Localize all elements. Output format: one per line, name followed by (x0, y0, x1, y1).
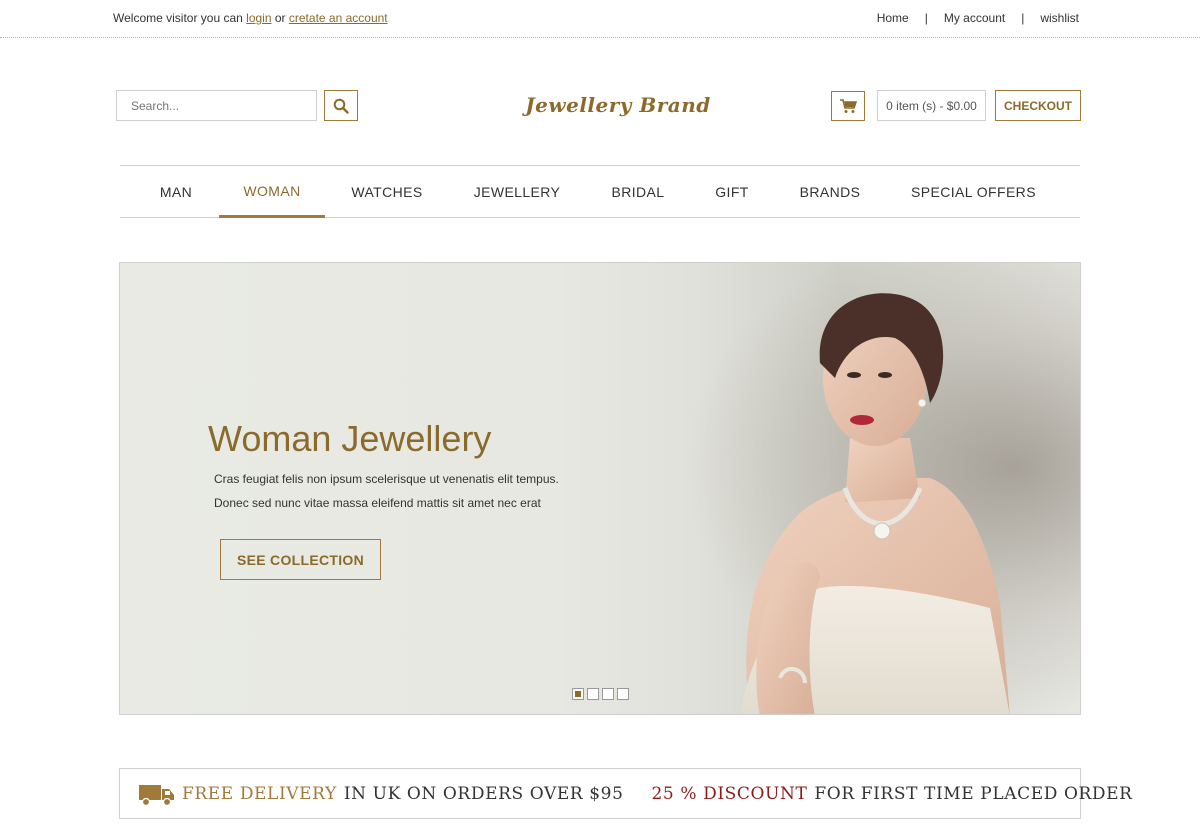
nav-item-bridal[interactable]: BRIDAL (602, 166, 674, 217)
cart-icon (840, 99, 857, 113)
home-link[interactable]: Home (877, 11, 909, 25)
hero-description: Cras feugiat felis non ipsum scelerisque… (214, 467, 559, 515)
discount-text: 25 % DISCOUNT (651, 783, 808, 804)
slide-dot-1[interactable] (572, 688, 584, 700)
hero-slider: Woman Jewellery Cras feugiat felis non i… (119, 262, 1081, 715)
slide-dot-3[interactable] (602, 688, 614, 700)
delivery-condition-text: IN UK ON ORDERS OVER $95 (343, 783, 624, 804)
nav-item-special-offers[interactable]: SPECIAL OFFERS (902, 166, 1045, 217)
free-delivery-text: FREE DELIVERY (182, 783, 337, 804)
wishlist-link[interactable]: wishlist (1040, 11, 1079, 25)
truck-icon (138, 781, 176, 807)
nav-item-watches[interactable]: WATCHES (342, 166, 432, 217)
login-link[interactable]: login (246, 11, 271, 25)
slide-dot-4[interactable] (617, 688, 629, 700)
create-account-link[interactable]: cretate an account (289, 11, 388, 25)
nav-item-brands[interactable]: BRANDS (790, 166, 870, 217)
separator: | (1021, 11, 1025, 25)
hero-title: Woman Jewellery (208, 418, 492, 459)
cart-summary[interactable]: 0 item (s) - $0.00 (877, 90, 986, 121)
welcome-message: Welcome visitor you can login or cretate… (113, 11, 388, 25)
see-collection-button[interactable]: SEE COLLECTION (220, 539, 381, 580)
hero-text-line: Donec sed nunc vitae massa eleifend matt… (214, 496, 541, 510)
hero-model-image (740, 293, 1010, 714)
main-nav: MAN WOMAN WATCHES JEWELLERY BRIDAL GIFT … (120, 165, 1080, 218)
slider-pagination (572, 688, 629, 700)
nav-item-gift[interactable]: GIFT (707, 166, 757, 217)
nav-item-man[interactable]: MAN (148, 166, 204, 217)
separator: | (924, 11, 928, 25)
discount-condition-text: FOR FIRST TIME PLACED ORDER (814, 783, 1133, 804)
welcome-prefix: Welcome visitor you can (113, 11, 243, 25)
my-account-link[interactable]: My account (944, 11, 1005, 25)
checkout-button[interactable]: CHECKOUT (995, 90, 1081, 121)
promo-banner: FREE DELIVERY IN UK ON ORDERS OVER $95 2… (119, 768, 1132, 819)
nav-item-jewellery[interactable]: JEWELLERY (465, 166, 569, 217)
top-links: Home | My account | wishlist (877, 11, 1079, 25)
hero-text-line: Cras feugiat felis non ipsum scelerisque… (214, 472, 559, 486)
cart-button[interactable] (831, 91, 865, 121)
nav-item-woman[interactable]: WOMAN (219, 166, 325, 218)
or-text: or (274, 11, 286, 25)
top-bar: Welcome visitor you can login or cretate… (0, 0, 1200, 38)
slide-dot-2[interactable] (587, 688, 599, 700)
